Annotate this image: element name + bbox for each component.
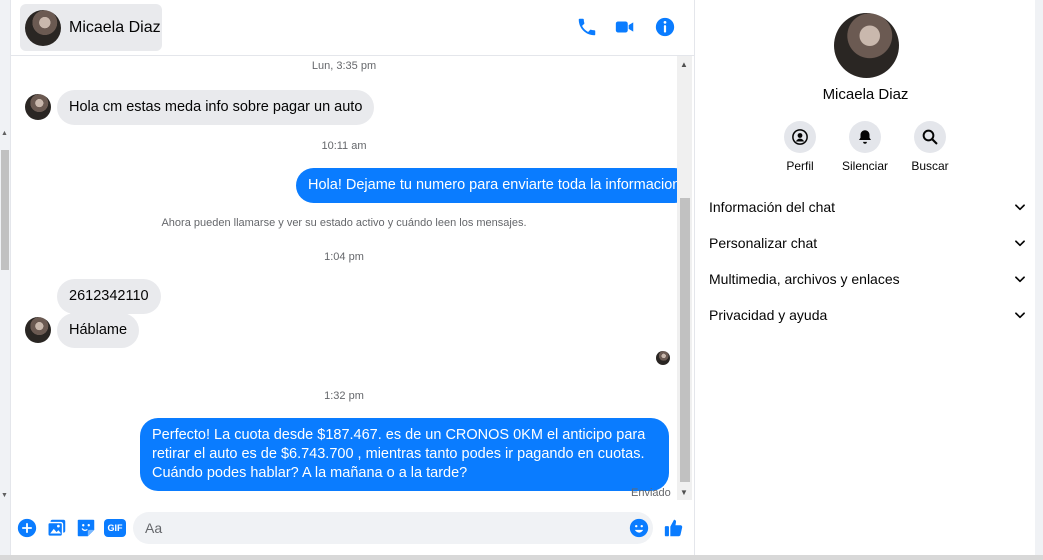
- section-label: Información del chat: [709, 199, 836, 215]
- search-label: Buscar: [911, 159, 949, 173]
- chat-header: Micaela Diaz: [11, 0, 694, 56]
- outgoing-message[interactable]: Perfecto! La cuota desde $187.467. es de…: [140, 418, 669, 491]
- contact-chip[interactable]: Micaela Diaz: [20, 4, 162, 51]
- plus-icon[interactable]: [16, 517, 38, 539]
- scroll-up-arrow[interactable]: ▲: [1, 130, 8, 137]
- scroll-down-arrow[interactable]: ▼: [1, 492, 8, 499]
- message-input[interactable]: [133, 512, 653, 544]
- timestamp: 1:32 pm: [324, 390, 364, 402]
- section-customize-chat[interactable]: Personalizar chat: [709, 229, 1027, 257]
- incoming-message[interactable]: Hola cm estas meda info sobre pagar un a…: [57, 90, 375, 125]
- phone-icon[interactable]: [576, 16, 598, 38]
- left-scrollbar[interactable]: ▲ ▼: [0, 0, 11, 560]
- bottom-edge: [0, 555, 1043, 560]
- chevron-down-icon: [1015, 240, 1025, 247]
- messages-scrollbar[interactable]: ▲ ▼: [677, 56, 692, 500]
- image-icon[interactable]: [46, 517, 68, 539]
- section-label: Personalizar chat: [709, 235, 818, 251]
- chevron-down-icon: [1015, 276, 1025, 283]
- sent-status: Enviado: [631, 487, 671, 499]
- avatar[interactable]: [25, 9, 61, 46]
- section-media-files-links[interactable]: Multimedia, archivos y enlaces: [709, 265, 1027, 293]
- search-button[interactable]: Buscar: [898, 121, 962, 173]
- timestamp: 1:04 pm: [324, 251, 364, 263]
- section-chat-info[interactable]: Información del chat: [709, 193, 1027, 221]
- sender-avatar[interactable]: [25, 317, 51, 343]
- info-icon[interactable]: [654, 16, 676, 38]
- scroll-thumb[interactable]: [1, 150, 9, 270]
- emoji-icon[interactable]: [628, 517, 650, 539]
- gif-icon[interactable]: GIF: [104, 519, 126, 537]
- scroll-up-arrow[interactable]: ▲: [680, 60, 688, 69]
- thumbs-up-icon[interactable]: [663, 517, 685, 539]
- profile-icon: [792, 129, 808, 145]
- scroll-thumb[interactable]: [680, 198, 690, 482]
- chevron-down-icon: [1015, 204, 1025, 211]
- incoming-message[interactable]: 2612342110: [57, 279, 161, 314]
- composer: GIF: [11, 500, 694, 556]
- sticker-icon[interactable]: [75, 517, 97, 539]
- chevron-down-icon: [1015, 312, 1025, 319]
- section-label: Multimedia, archivos y enlaces: [709, 271, 900, 287]
- profile-button[interactable]: Perfil: [768, 121, 832, 173]
- search-icon: [922, 129, 938, 145]
- system-notice: Ahora pueden llamarse y ver su estado ac…: [161, 217, 527, 229]
- mute-button[interactable]: Silenciar: [833, 121, 897, 173]
- profile-avatar[interactable]: [834, 13, 899, 78]
- incoming-message[interactable]: Háblame: [57, 313, 140, 348]
- scroll-down-arrow[interactable]: ▼: [680, 488, 688, 497]
- video-camera-icon[interactable]: [614, 16, 636, 38]
- contact-name[interactable]: Micaela Diaz: [69, 19, 161, 37]
- outgoing-message[interactable]: Hola! Dejame tu numero para enviarte tod…: [296, 168, 693, 203]
- gif-label: GIF: [107, 523, 123, 533]
- sender-avatar[interactable]: [25, 94, 51, 120]
- timestamp: Lun, 3:35 pm: [311, 60, 377, 72]
- profile-label: Perfil: [786, 159, 814, 173]
- mute-label: Silenciar: [841, 159, 889, 173]
- message-list[interactable]: Lun, 3:35 pm Hola cm estas meda info sob…: [11, 56, 694, 500]
- chat-info-panel: Micaela Diaz Perfil Silenciar Buscar Inf…: [694, 0, 1035, 555]
- timestamp: 10:11 am: [321, 140, 367, 152]
- right-edge: [1035, 0, 1043, 555]
- seen-indicator-avatar: [656, 351, 670, 365]
- section-label: Privacidad y ayuda: [709, 307, 828, 323]
- messenger-window: ▲ ▼ Micaela Diaz Lun, 3:35 pm Hola cm es…: [0, 0, 1043, 560]
- bell-icon: [859, 130, 871, 144]
- section-privacy-help[interactable]: Privacidad y ayuda: [709, 301, 1027, 329]
- profile-name: Micaela Diaz: [822, 86, 909, 103]
